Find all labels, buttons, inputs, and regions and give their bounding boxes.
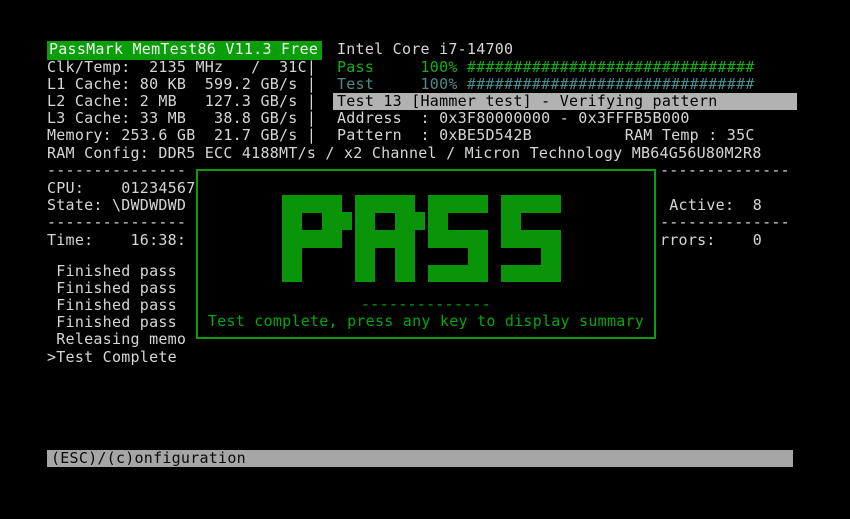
errors-count-line: rrors: 0 [660,232,762,249]
sysinfo-clk-temp: Clk/Temp: 2135 MHz / 31C| [47,59,316,76]
current-test-bar: Test 13 [Hammer test] - Verifying patter… [333,93,797,110]
pass-progress-row: Pass 100% ##############################… [337,59,755,76]
test-pattern-ram-temp: Pattern : 0xBE5D542B RAM Temp : 35C [337,127,755,144]
test-complete-message: Test complete, press any key to display … [198,312,654,330]
divider-left-top: --------------- [47,162,186,179]
log-line: Finished pass [47,314,177,331]
sysinfo-l3-cache: L3 Cache: 33 MB 38.8 GB/s | [47,110,316,127]
cpu-list-line: CPU: 01234567 [47,180,196,197]
cpu-model: Intel Core i7-14700 [337,41,513,58]
pass-letter [282,195,352,282]
log-line: Releasing memo [47,331,186,348]
memtest-screen: PassMark MemTest86 V11.3 Free Intel Core… [0,0,850,519]
cpu-state-line: State: \DWDWDWD [47,197,186,214]
pass-letter [501,195,571,282]
pass-box-divider: -------------- [198,295,654,313]
log-line-test-complete: >Test Complete [47,349,177,366]
sysinfo-l1-cache: L1 Cache: 80 KB 599.2 GB/s | [47,76,316,93]
pass-letter [428,195,498,282]
divider-left-bottom: --------------- [47,214,186,231]
pass-letter [355,195,425,282]
log-line: Finished pass [47,297,177,314]
test-address-range: Address : 0x3F80000000 - 0x3FFFB5B000 [337,110,690,127]
log-line: Finished pass [47,263,177,280]
sysinfo-ram-config: RAM Config: DDR5 ECC 4188MT/s / x2 Chann… [47,145,762,162]
sysinfo-memory: Memory: 253.6 GB 21.7 GB/s | [47,127,316,144]
config-hint-bar[interactable]: (ESC)/(c)onfiguration [47,450,793,467]
test-progress-row: Test 100% ##############################… [337,76,755,93]
pass-art [198,195,654,282]
pass-result-text: PASS [198,171,199,172]
sysinfo-l2-cache: L2 Cache: 2 MB 127.3 GB/s | [47,93,316,110]
pass-result-box: PASS -------------- Test complete, press… [196,169,656,339]
divider-right-bottom: -------------- [660,214,790,231]
cpus-active-line: Active: 8 [660,197,762,214]
elapsed-time-line: Time: 16:38: [47,232,186,249]
log-line: Finished pass [47,280,177,297]
divider-right-top: -------------- [660,162,790,179]
